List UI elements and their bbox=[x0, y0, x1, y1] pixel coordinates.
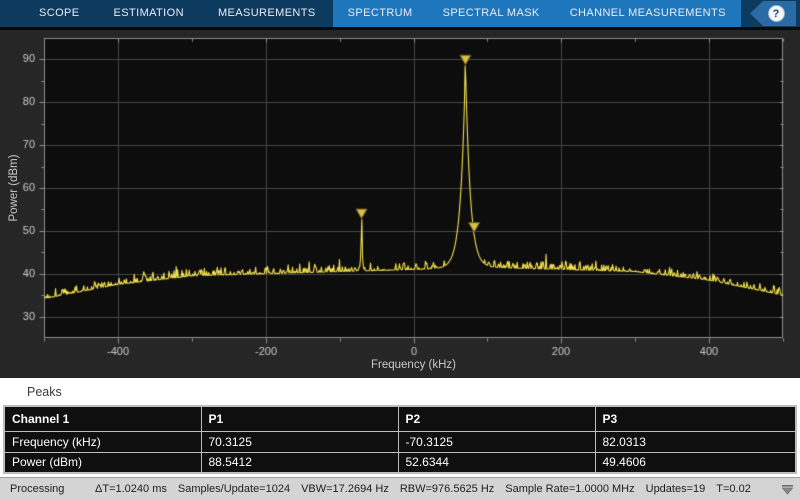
frequency-p1-value: 70.3125 bbox=[201, 431, 398, 452]
status-vbw: VBW=17.2694 Hz bbox=[301, 483, 389, 495]
status-sample-rate: Sample Rate=1.0000 MHz bbox=[505, 483, 634, 495]
status-delta-t: ΔT=1.0240 ms bbox=[95, 483, 167, 495]
power-p2-value: 52.6344 bbox=[398, 452, 595, 473]
frequency-p3-value: 82.0313 bbox=[595, 431, 796, 452]
peaks-header-p1: P1 bbox=[201, 406, 398, 431]
tab-group-contextual: SPECTRUM SPECTRAL MASK CHANNEL MEASUREME… bbox=[333, 0, 741, 27]
peaks-header-p2: P2 bbox=[398, 406, 595, 431]
tab-channel-measurements[interactable]: CHANNEL MEASUREMENTS bbox=[555, 0, 741, 27]
peaks-header-channel: Channel 1 bbox=[4, 406, 201, 431]
tab-measurements[interactable]: MEASUREMENTS bbox=[201, 0, 333, 27]
status-updates: Updates=19 bbox=[646, 483, 706, 495]
spectrum-analyzer-window: SCOPE ESTIMATION MEASUREMENTS SPECTRUM S… bbox=[0, 0, 800, 500]
status-rbw: RBW=976.5625 Hz bbox=[400, 483, 494, 495]
frequency-row-label: Frequency (kHz) bbox=[4, 431, 201, 452]
peaks-panel: Peaks Channel 1 P1 P2 P3 Frequency (kHz)… bbox=[0, 378, 800, 477]
status-bar: Processing ΔT=1.0240 ms Samples/Update=1… bbox=[0, 477, 800, 500]
status-samples-update: Samples/Update=1024 bbox=[178, 483, 290, 495]
peaks-table-header-row: Channel 1 P1 P2 P3 bbox=[4, 406, 796, 431]
peaks-section-title: Peaks bbox=[0, 378, 800, 399]
frequency-p2-value: -70.3125 bbox=[398, 431, 595, 452]
tab-spectral-mask[interactable]: SPECTRAL MASK bbox=[428, 0, 555, 27]
spectrum-plot-panel: Power (dBm) Frequency (kHz) bbox=[0, 30, 800, 378]
power-p3-value: 49.4606 bbox=[595, 452, 796, 473]
expand-statusbar-icon[interactable] bbox=[781, 484, 795, 495]
tab-estimation[interactable]: ESTIMATION bbox=[97, 0, 201, 27]
spectrum-chart-canvas[interactable] bbox=[0, 30, 800, 378]
peaks-frequency-row: Frequency (kHz) 70.3125 -70.3125 82.0313 bbox=[4, 431, 796, 452]
tab-group-main: SCOPE ESTIMATION MEASUREMENTS bbox=[0, 0, 333, 27]
toolstrip-tabbar: SCOPE ESTIMATION MEASUREMENTS SPECTRUM S… bbox=[0, 0, 800, 27]
peaks-power-row: Power (dBm) 88.5412 52.6344 49.4606 bbox=[4, 452, 796, 473]
x-axis-label: Frequency (kHz) bbox=[44, 359, 783, 371]
power-row-label: Power (dBm) bbox=[4, 452, 201, 473]
peaks-header-p3: P3 bbox=[595, 406, 796, 431]
tab-spectrum[interactable]: SPECTRUM bbox=[333, 0, 428, 27]
tab-scope[interactable]: SCOPE bbox=[22, 0, 97, 27]
peaks-table: Channel 1 P1 P2 P3 Frequency (kHz) 70.31… bbox=[3, 405, 797, 474]
question-mark-icon: ? bbox=[768, 5, 785, 22]
y-axis-label: Power (dBm) bbox=[8, 154, 20, 221]
status-processing-label: Processing bbox=[0, 483, 95, 495]
status-time: T=0.02 bbox=[716, 483, 751, 495]
power-p1-value: 88.5412 bbox=[201, 452, 398, 473]
